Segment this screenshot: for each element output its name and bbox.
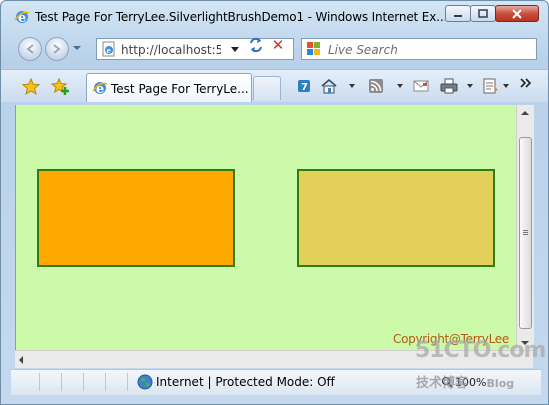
watermark-blog: Blog (486, 377, 515, 390)
maximize-icon (478, 9, 488, 18)
grip-icon (523, 230, 528, 231)
stop-icon[interactable]: ✕ (269, 36, 287, 54)
navigation-bar: e http://localhost:54 ✕ Live Search (1, 34, 548, 64)
window-title: Test Page For TerryLee.SilverlightBrushD… (35, 10, 445, 24)
orange-rectangle (37, 169, 235, 267)
status-divider (127, 373, 128, 391)
status-divider (83, 373, 84, 391)
browser-window: e Test Page For TerryLee.SilverlightBrus… (0, 0, 549, 405)
page-menu-icon[interactable] (482, 78, 500, 94)
home-dropdown[interactable] (349, 84, 355, 88)
back-button[interactable] (18, 37, 42, 61)
recent-pages-dropdown[interactable] (73, 46, 81, 50)
security-zone-text[interactable]: Internet | Protected Mode: Off (156, 375, 335, 389)
status-divider (39, 373, 40, 391)
page-icon: e (102, 41, 115, 57)
minimize-icon (454, 14, 462, 17)
tab-bar: e Test Page For TerryLe... 7 (1, 69, 548, 102)
maximize-button[interactable] (470, 5, 496, 22)
svg-text:e: e (107, 46, 112, 55)
search-bar[interactable]: Live Search (301, 38, 537, 60)
help-icon[interactable]: 7 (297, 78, 311, 94)
watermark-logo: 51CTO.com (415, 338, 546, 363)
title-bar[interactable]: e Test Page For TerryLee.SilverlightBrus… (1, 1, 548, 31)
tab-test-page[interactable]: e Test Page For TerryLe... (86, 73, 252, 102)
favorites-star-icon[interactable] (22, 78, 40, 96)
olive-rectangle (297, 169, 495, 267)
watermark-subtitle-cn: 技术博客 (416, 376, 469, 391)
close-icon (512, 8, 522, 19)
scroll-thumb[interactable] (519, 137, 532, 329)
ie-icon: e (14, 11, 30, 25)
address-dropdown[interactable] (231, 47, 239, 52)
print-icon[interactable] (440, 78, 458, 94)
windows-logo-icon (307, 42, 320, 55)
close-button[interactable] (495, 5, 539, 22)
address-input[interactable]: http://localhost:54 (121, 43, 221, 57)
minimize-button[interactable] (445, 5, 471, 22)
mail-icon[interactable] (413, 78, 429, 94)
search-input[interactable]: Live Search (328, 43, 398, 57)
feed-dropdown[interactable] (397, 84, 403, 88)
refresh-icon[interactable] (247, 36, 265, 54)
vertical-scrollbar[interactable] (516, 105, 534, 350)
status-divider (61, 373, 62, 391)
add-favorite-icon[interactable] (51, 78, 71, 96)
scroll-up-arrow[interactable] (521, 111, 529, 115)
chevron-right-icon[interactable] (519, 76, 533, 92)
watermark-subtitle: 技术博客 Blog (416, 372, 514, 391)
svg-text:7: 7 (301, 82, 308, 93)
status-divider (105, 373, 106, 391)
page-dropdown[interactable] (503, 84, 509, 88)
new-tab-button[interactable] (253, 76, 281, 100)
forward-button[interactable] (45, 37, 69, 61)
scroll-left-arrow[interactable] (19, 356, 23, 364)
tab-label: Test Page For TerryLe... (111, 82, 249, 96)
rss-feed-icon[interactable] (368, 78, 384, 94)
arrow-right-icon (53, 44, 61, 54)
page-content: Copyright@TerryLee (15, 105, 517, 350)
globe-icon (137, 374, 153, 390)
arrow-left-icon (26, 44, 34, 54)
print-dropdown[interactable] (467, 84, 473, 88)
ie-icon: e (92, 82, 108, 96)
home-icon[interactable] (320, 78, 338, 94)
